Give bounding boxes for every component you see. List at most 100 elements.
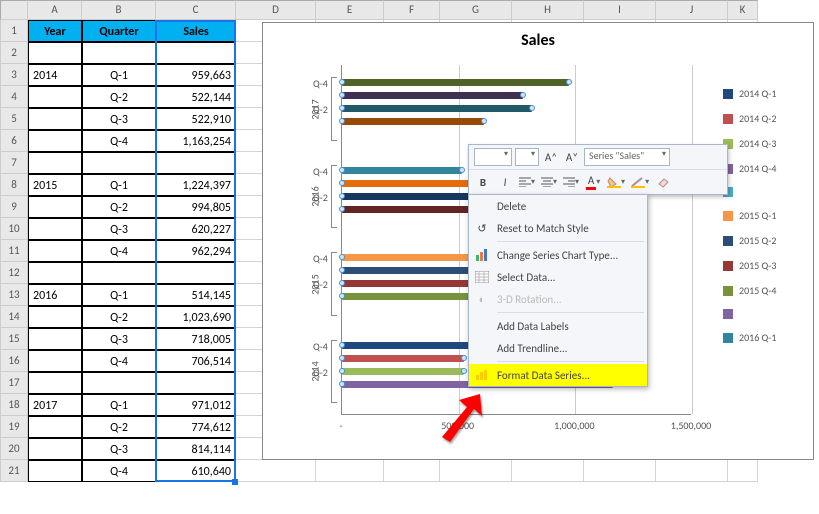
chart-bar[interactable] — [342, 105, 532, 112]
row-header[interactable]: 18 — [0, 394, 28, 416]
cell[interactable] — [28, 42, 82, 64]
row-header[interactable]: 4 — [0, 86, 28, 108]
cell[interactable] — [28, 86, 82, 108]
cell[interactable] — [28, 218, 82, 240]
column-header[interactable]: I — [584, 0, 656, 20]
row-header[interactable]: 14 — [0, 306, 28, 328]
cell[interactable]: Q-1 — [82, 284, 156, 306]
cell[interactable] — [82, 262, 156, 284]
cell[interactable] — [28, 372, 82, 394]
column-header[interactable]: F — [384, 0, 440, 20]
cell[interactable] — [82, 372, 156, 394]
cell[interactable]: 514,145 — [156, 284, 236, 306]
menu-format-data-series[interactable]: Format Data Series... — [469, 364, 647, 386]
align-left-button[interactable] — [518, 173, 536, 191]
cell[interactable]: 620,227 — [156, 218, 236, 240]
cell[interactable]: Q-2 — [82, 416, 156, 438]
chart-bar[interactable] — [342, 368, 464, 375]
row-header[interactable]: 5 — [0, 108, 28, 130]
cell[interactable]: Q-4 — [82, 350, 156, 372]
cell[interactable] — [156, 152, 236, 174]
chart-title[interactable]: Sales — [263, 23, 813, 62]
cell[interactable]: 1,023,690 — [156, 306, 236, 328]
column-header[interactable]: E — [316, 0, 384, 20]
series-name-select[interactable]: Series "Sales" — [584, 148, 670, 166]
cell[interactable]: Q-3 — [82, 108, 156, 130]
row-header[interactable]: 3 — [0, 64, 28, 86]
cell[interactable] — [236, 460, 316, 482]
cell[interactable] — [28, 350, 82, 372]
cell[interactable]: Q-2 — [82, 306, 156, 328]
chart-bar[interactable] — [342, 280, 487, 287]
chart-legend[interactable]: 2014 Q-12014 Q-22014 Q-32014 Q-42015 Q-1… — [723, 87, 805, 356]
row-header[interactable]: 17 — [0, 372, 28, 394]
cell[interactable]: Q-3 — [82, 328, 156, 350]
cell[interactable]: Q-2 — [82, 86, 156, 108]
cell[interactable]: 994,805 — [156, 196, 236, 218]
shrink-font-button[interactable]: A˅ — [563, 148, 581, 166]
align-center-button[interactable] — [540, 173, 558, 191]
cell[interactable]: 2015 — [28, 174, 82, 196]
cell[interactable] — [384, 460, 440, 482]
legend-item[interactable] — [723, 187, 805, 197]
row-header[interactable]: 20 — [0, 438, 28, 460]
menu-delete[interactable]: Delete — [469, 195, 647, 217]
column-header[interactable]: A — [28, 0, 82, 20]
menu-add-trendline[interactable]: Add Trendline... — [469, 337, 647, 359]
cell[interactable] — [28, 108, 82, 130]
chart-bar[interactable] — [342, 167, 462, 174]
cell[interactable]: Q-1 — [82, 64, 156, 86]
column-header[interactable]: J — [656, 0, 728, 20]
cell[interactable] — [28, 306, 82, 328]
cell[interactable] — [28, 328, 82, 350]
row-header[interactable]: 19 — [0, 416, 28, 438]
row-header[interactable]: 2 — [0, 42, 28, 64]
column-header[interactable]: H — [512, 0, 584, 20]
cell[interactable] — [728, 460, 758, 482]
cell[interactable]: 522,144 — [156, 86, 236, 108]
menu-change-chart-type[interactable]: Change Series Chart Type... — [469, 244, 647, 266]
cell[interactable]: 814,114 — [156, 438, 236, 460]
cell[interactable]: 1,224,397 — [156, 174, 236, 196]
column-header[interactable]: D — [236, 0, 316, 20]
cell[interactable]: 522,910 — [156, 108, 236, 130]
menu-add-data-labels[interactable]: Add Data Labels — [469, 315, 647, 337]
cell[interactable] — [82, 152, 156, 174]
align-right-button[interactable] — [562, 173, 580, 191]
column-header[interactable]: C — [156, 0, 236, 20]
font-color-button[interactable]: A — [584, 173, 602, 191]
row-header[interactable]: 9 — [0, 196, 28, 218]
cell[interactable] — [28, 416, 82, 438]
row-header[interactable]: 21 — [0, 460, 28, 482]
row-header[interactable]: 16 — [0, 350, 28, 372]
legend-item[interactable] — [723, 309, 805, 319]
cell[interactable]: 959,663 — [156, 64, 236, 86]
cell[interactable]: 2014 — [28, 64, 82, 86]
cell[interactable] — [28, 130, 82, 152]
outline-color-button[interactable] — [630, 173, 650, 191]
cell[interactable]: 610,640 — [156, 460, 236, 482]
row-header[interactable]: 1 — [0, 20, 28, 42]
cell[interactable] — [316, 460, 384, 482]
cell[interactable]: Sales — [156, 20, 236, 42]
cell[interactable]: Q-2 — [82, 196, 156, 218]
fill-color-button[interactable] — [606, 173, 626, 191]
bold-button[interactable]: B — [474, 173, 492, 191]
column-header[interactable] — [0, 0, 28, 20]
cell[interactable] — [156, 262, 236, 284]
selection-handle[interactable] — [232, 479, 238, 485]
legend-item[interactable]: 2014 Q-2 — [723, 112, 805, 125]
row-header[interactable]: 8 — [0, 174, 28, 196]
cell[interactable] — [28, 240, 82, 262]
row-header[interactable]: 13 — [0, 284, 28, 306]
cell[interactable]: Q-4 — [82, 460, 156, 482]
cell[interactable] — [584, 460, 656, 482]
legend-item[interactable]: 2014 Q-4 — [723, 162, 805, 175]
row-header[interactable]: 6 — [0, 130, 28, 152]
chart-bar[interactable] — [342, 118, 484, 125]
cell[interactable]: Q-1 — [82, 394, 156, 416]
legend-item[interactable]: 2015 Q-4 — [723, 284, 805, 297]
cell[interactable]: 962,294 — [156, 240, 236, 262]
cell[interactable] — [656, 460, 728, 482]
column-header[interactable]: K — [728, 0, 758, 20]
